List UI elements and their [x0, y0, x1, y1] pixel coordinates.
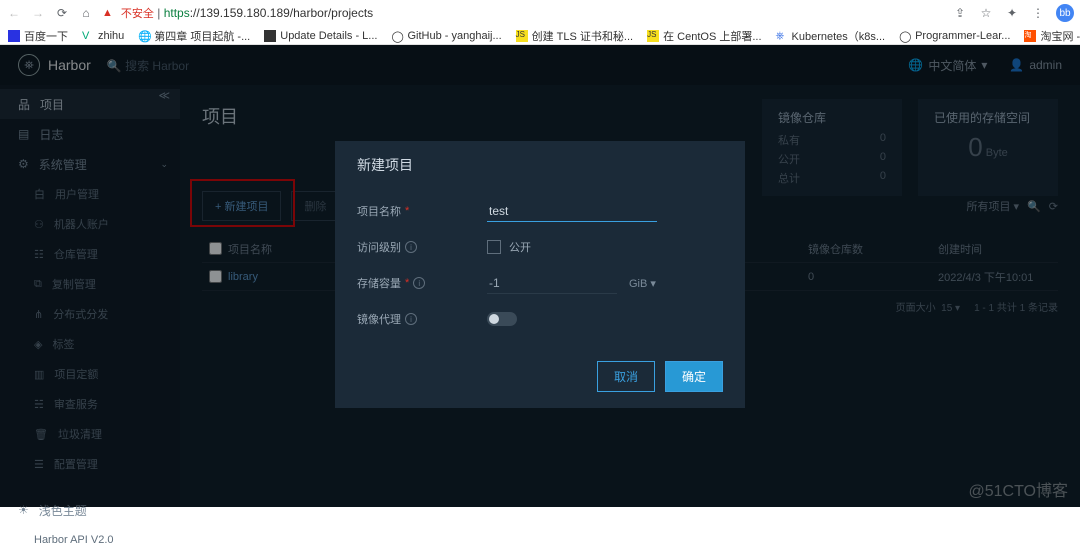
name-label: 项目名称* [357, 203, 487, 219]
ok-button[interactable]: 确定 [665, 361, 723, 392]
new-project-modal: 新建项目 项目名称* 访问级别i 公开 存储容量*i -1GiB ▾ 镜像代理i… [335, 141, 745, 408]
back-icon[interactable]: ← [6, 5, 22, 21]
sidebar-api[interactable]: Harbor API V2.0 [0, 525, 180, 555]
access-label: 访问级别i [357, 239, 487, 255]
reload-icon[interactable]: ⟳ [54, 5, 70, 21]
browser-chrome: ← → ⟳ ⌂ ▲ 不安全 | https://139.159.180.189/… [0, 0, 1080, 45]
forward-icon: → [30, 5, 46, 21]
bookmark[interactable]: ⎈Kubernetes（k8s... [776, 28, 886, 44]
public-checkbox[interactable] [487, 240, 501, 254]
bookmarks-bar: 百度一下 Vzhihu 🌐第四章 项目起航 -... Update Detail… [0, 26, 1080, 45]
share-icon[interactable]: ⇪ [952, 5, 968, 21]
info-icon[interactable]: i [405, 313, 417, 325]
proxy-label: 镜像代理i [357, 311, 487, 327]
profile-avatar[interactable]: bb [1056, 4, 1074, 22]
star-icon[interactable]: ☆ [978, 5, 994, 21]
cancel-button[interactable]: 取消 [597, 361, 655, 392]
nav-toolbar: ← → ⟳ ⌂ ▲ 不安全 | https://139.159.180.189/… [0, 0, 1080, 26]
modal-overlay: 新建项目 项目名称* 访问级别i 公开 存储容量*i -1GiB ▾ 镜像代理i… [0, 45, 1080, 507]
info-icon[interactable]: i [413, 277, 425, 289]
bookmark[interactable]: JS在 CentOS 上部署... [647, 28, 761, 44]
bookmark[interactable]: 淘淘宝网 - 淘！我喜欢 [1024, 28, 1080, 44]
quota-label: 存储容量*i [357, 275, 487, 291]
menu-icon[interactable]: ⋮ [1030, 5, 1046, 21]
extensions-icon[interactable]: ✦ [1004, 5, 1020, 21]
bookmark[interactable]: Vzhihu [82, 30, 124, 42]
bookmark[interactable]: JS创建 TLS 证书和秘... [516, 28, 633, 44]
bookmark[interactable]: ◯Programmer-Lear... [899, 30, 1010, 42]
modal-title: 新建项目 [357, 155, 723, 175]
harbor-app: ⛯ Harbor 🔍 搜索 Harbor 🌐 中文简体 ▾ 👤 admin ≪ … [0, 45, 1080, 507]
quota-unit-select[interactable]: GiB ▾ [629, 277, 656, 290]
info-icon[interactable]: i [405, 241, 417, 253]
home-icon[interactable]: ⌂ [78, 5, 94, 21]
quota-input[interactable]: -1 [487, 273, 617, 294]
bookmark[interactable]: Update Details - L... [264, 30, 377, 42]
project-name-input[interactable] [487, 201, 657, 222]
proxy-toggle[interactable] [487, 312, 517, 326]
bookmark[interactable]: 🌐第四章 项目起航 -... [138, 28, 250, 44]
bookmark[interactable]: ◯GitHub - yanghaij... [391, 30, 501, 42]
bookmark[interactable]: 百度一下 [8, 28, 68, 44]
url-bar[interactable]: 不安全 | https://139.159.180.189/harbor/pro… [121, 5, 373, 21]
watermark: @51CTO博客 [968, 477, 1068, 501]
insecure-icon: ▲ [102, 7, 113, 19]
